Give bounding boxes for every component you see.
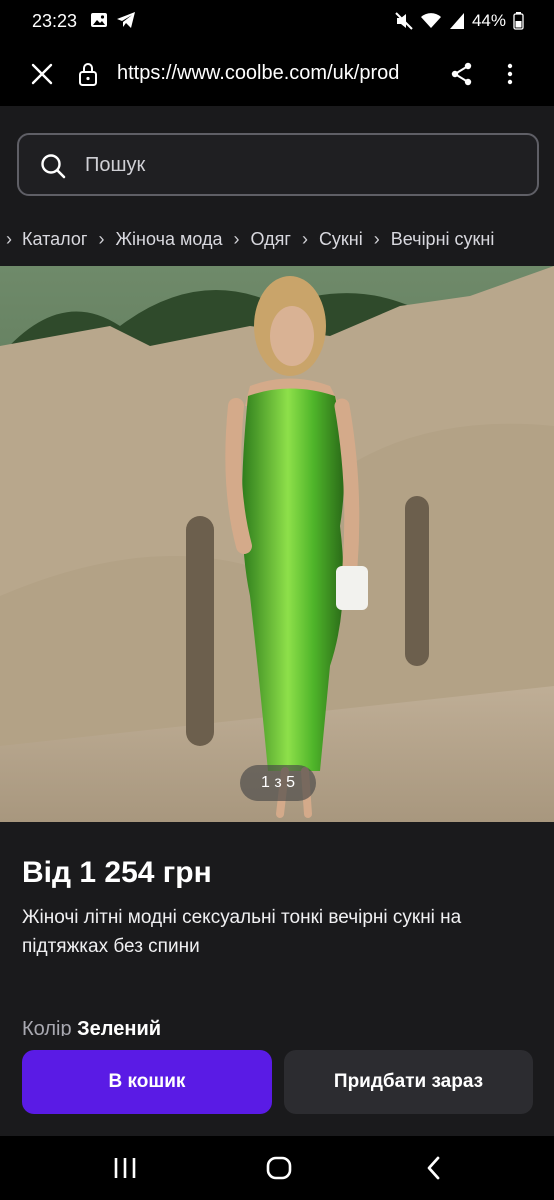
chevron-right-icon: › [98,228,105,249]
search-placeholder: Пошук [85,154,146,176]
breadcrumb-item-evening-dresses[interactable]: Вечірні сукні [391,229,495,250]
back-icon[interactable] [424,1156,444,1180]
chevron-right-icon: › [6,228,12,249]
recent-apps-icon[interactable] [112,1156,138,1180]
mute-icon [395,12,413,30]
search-input[interactable]: Пошук [17,133,539,196]
lock-icon[interactable] [76,60,100,88]
signal-icon [449,12,465,30]
chevron-right-icon: › [301,228,308,249]
chevron-right-icon: › [373,228,380,249]
clock: 23:23 [32,11,78,31]
gallery-icon [90,11,108,29]
action-bar: В кошик Придбати зараз [0,1036,554,1136]
product-price: Від 1 254 грн [22,856,212,889]
battery-icon [513,12,524,30]
share-icon[interactable] [449,60,475,88]
breadcrumb-item-womens-fashion[interactable]: Жіноча мода [115,229,222,250]
image-counter: 1 з 5 [240,765,316,801]
more-vert-icon[interactable] [498,60,522,88]
breadcrumb-item-clothing[interactable]: Одяг [251,229,291,250]
product-page: Пошук › Каталог › Жіноча мода › Одяг › С… [0,106,554,1136]
breadcrumb: › Каталог › Жіноча мода › Одяг › Сукні ›… [0,224,554,254]
telegram-icon [116,11,136,29]
home-icon[interactable] [266,1155,292,1181]
search-icon [39,152,67,180]
system-nav-bar [0,1136,554,1200]
breadcrumb-item-dresses[interactable]: Сукні [319,229,363,250]
status-bar: 23:23 44% [0,0,554,42]
browser-url-bar: https://www.coolbe.com/uk/prod [0,42,554,106]
breadcrumb-item-catalog[interactable]: Каталог [22,229,87,250]
product-title: Жіночі літні модні сексуальні тонкі вечі… [22,907,462,957]
buy-now-button[interactable]: Придбати зараз [284,1050,533,1114]
product-image[interactable] [0,266,554,822]
battery-percent: 44% [471,11,506,30]
close-icon[interactable] [28,60,56,88]
url-text[interactable]: https://www.coolbe.com/uk/prod [117,62,430,85]
chevron-right-icon: › [233,228,240,249]
wifi-icon [420,12,442,30]
add-to-cart-button[interactable]: В кошик [22,1050,272,1114]
